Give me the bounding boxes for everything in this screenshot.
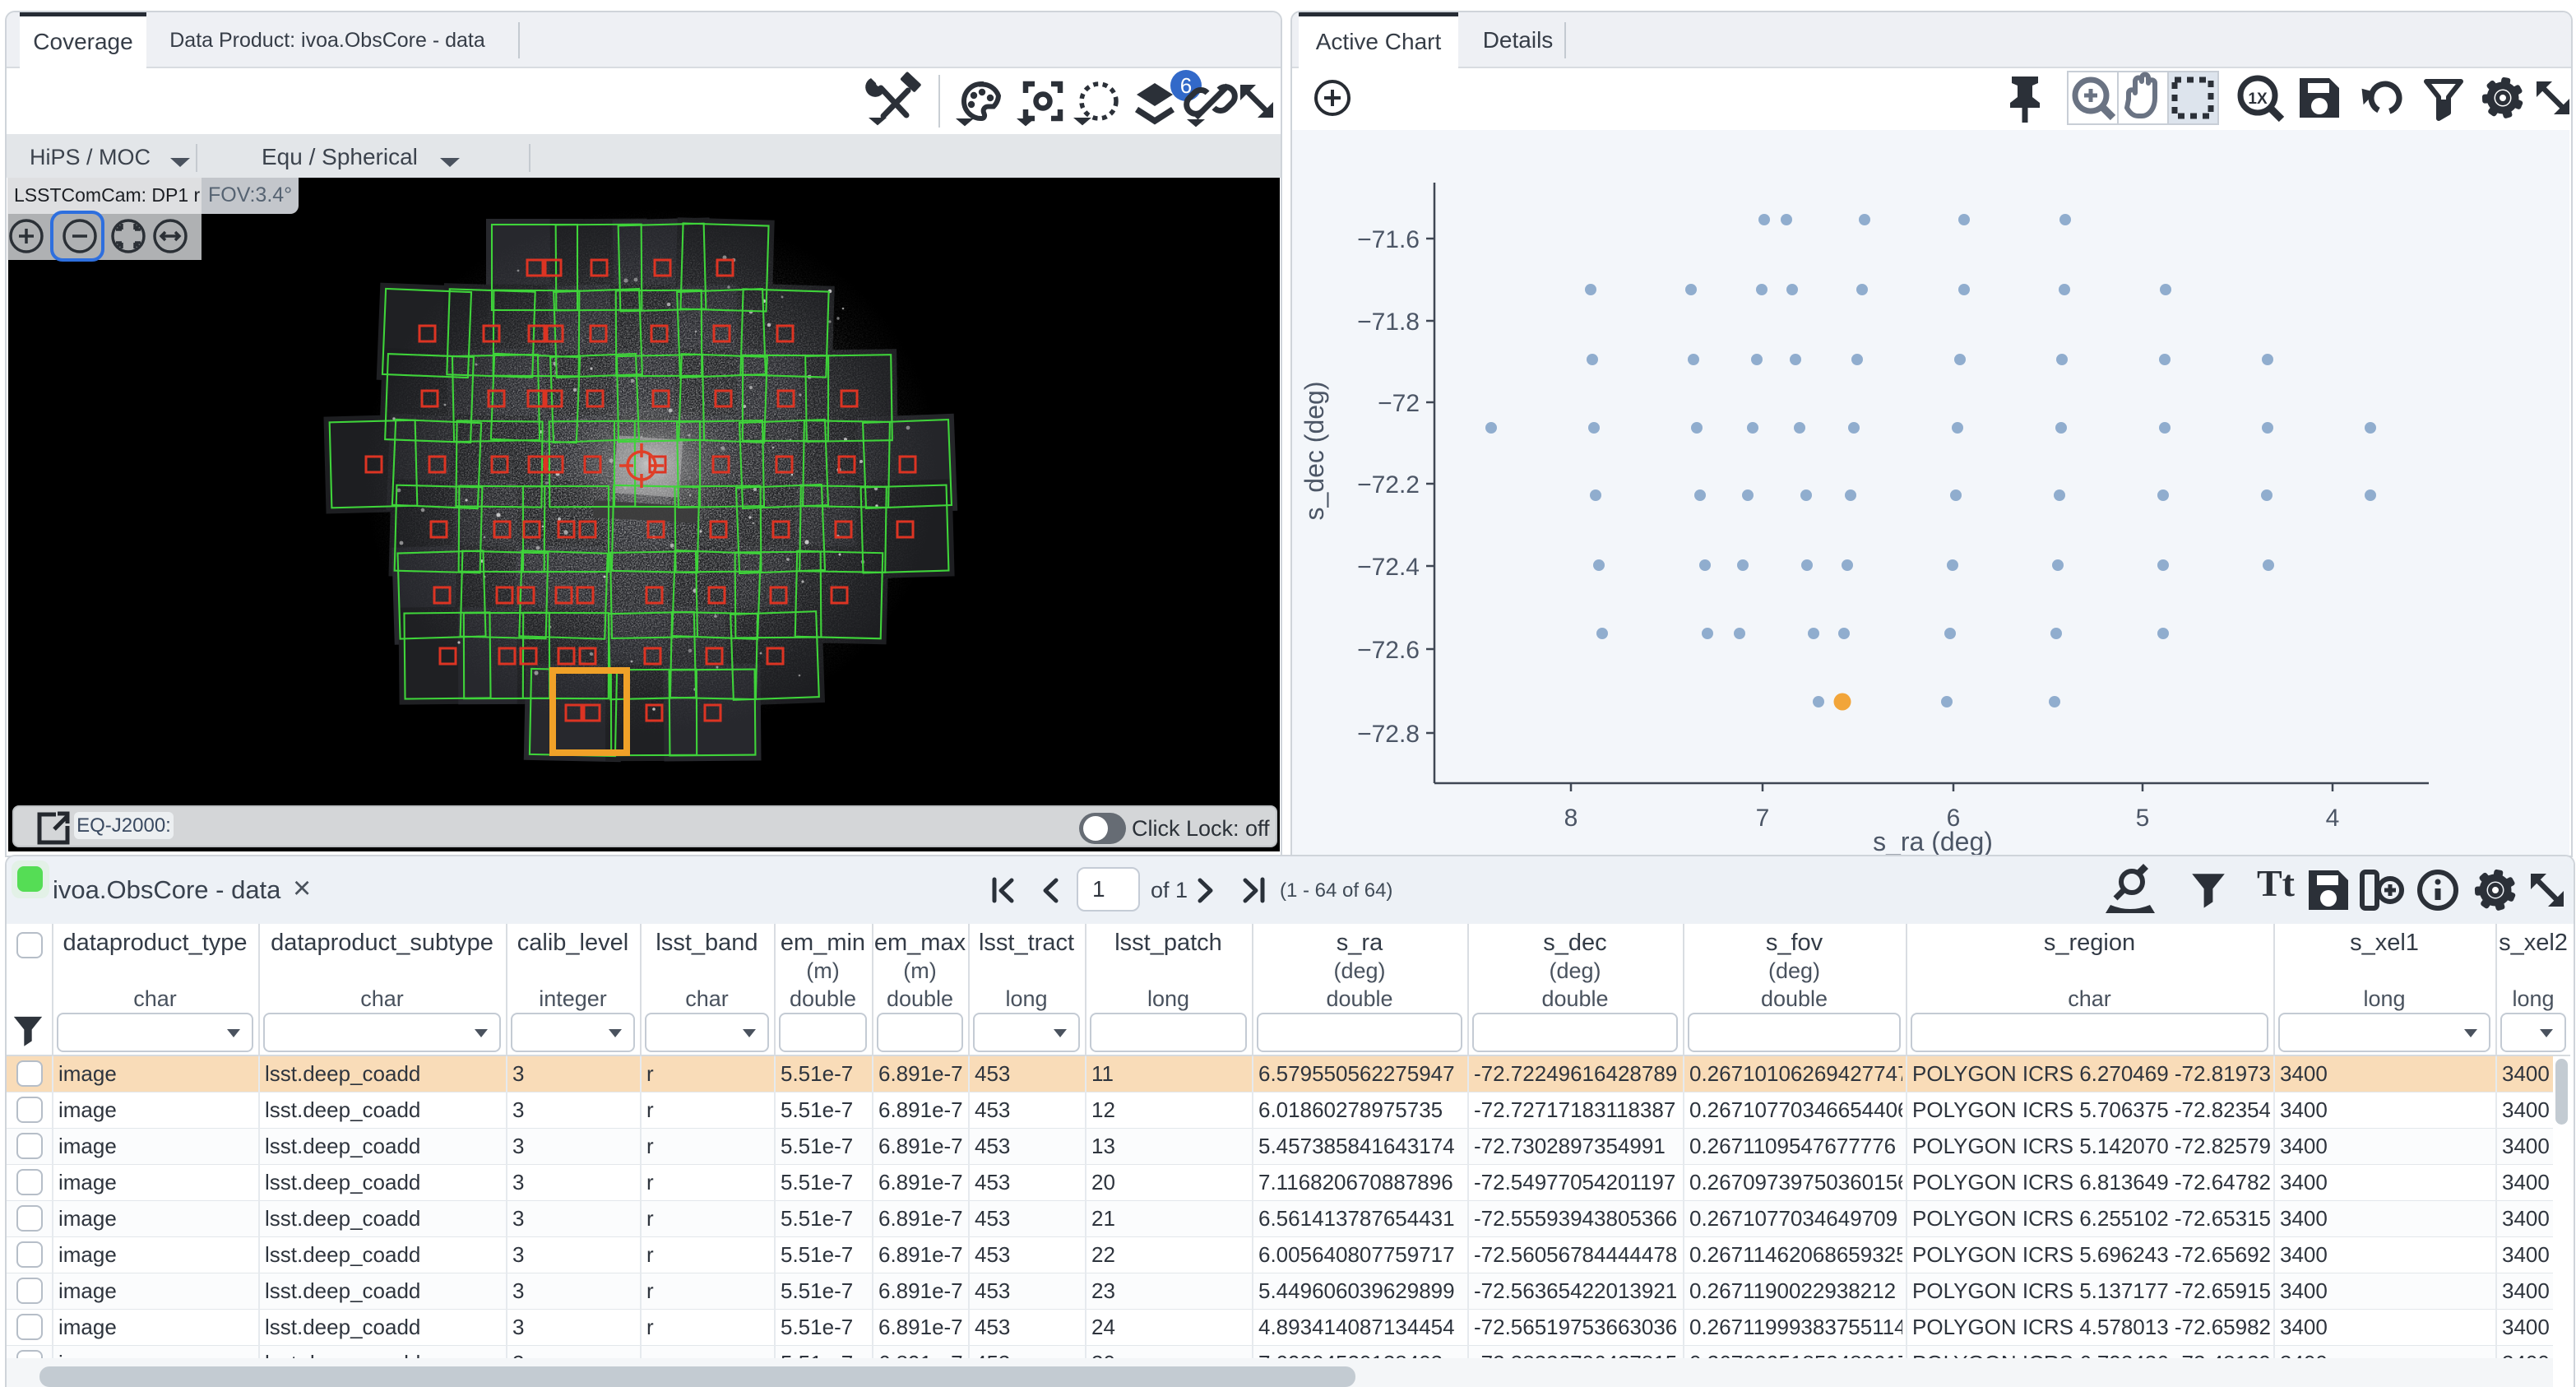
svg-text:−72.6: −72.6 (1357, 637, 1420, 664)
svg-text:1X: 1X (2248, 90, 2268, 108)
svg-text:7: 7 (1756, 805, 1770, 832)
svg-text:5: 5 (2136, 805, 2150, 832)
svg-text:−72.4: −72.4 (1357, 554, 1420, 581)
svg-text:−71.6: −71.6 (1357, 226, 1420, 253)
svg-text:−72.8: −72.8 (1357, 721, 1420, 748)
svg-text:Tt: Tt (2257, 862, 2296, 904)
svg-text:8: 8 (1564, 805, 1578, 832)
svg-text:4: 4 (2326, 805, 2340, 832)
svg-text:s_dec (deg): s_dec (deg) (1300, 382, 1329, 521)
svg-text:−72: −72 (1378, 390, 1420, 417)
svg-text:−72.2: −72.2 (1357, 471, 1420, 499)
svg-text:s_ra (deg): s_ra (deg) (1873, 827, 1993, 856)
svg-text:−71.8: −71.8 (1357, 308, 1420, 336)
